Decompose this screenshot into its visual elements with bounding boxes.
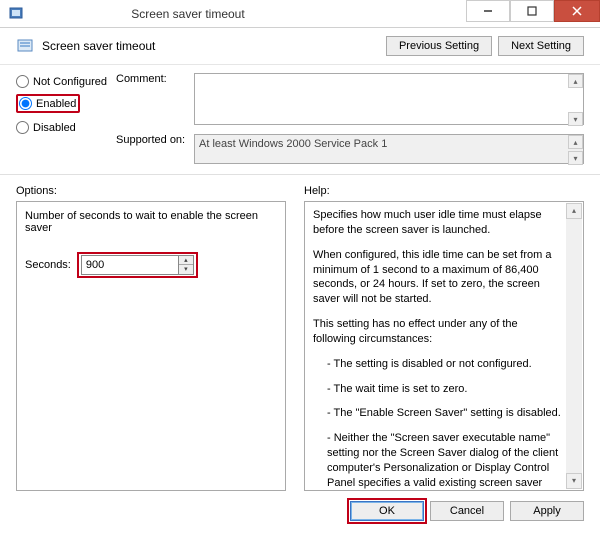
help-text: When configured, this idle time can be s… [313,248,563,307]
spinner-down-button[interactable]: ▾ [179,265,193,274]
header-row: Screen saver timeout Previous Setting Ne… [0,28,600,65]
maximize-button[interactable] [510,0,554,22]
options-section-label: Options: [16,185,286,197]
next-setting-button[interactable]: Next Setting [498,36,584,56]
options-pane: Number of seconds to wait to enable the … [16,201,286,491]
comment-input[interactable] [194,73,584,125]
apply-button[interactable]: Apply [510,501,584,521]
spinner-up-button[interactable]: ▴ [179,256,193,265]
radio-disabled[interactable]: Disabled [16,119,116,140]
radio-disabled-input[interactable] [16,121,29,134]
ok-button[interactable]: OK [350,501,424,521]
scroll-down-icon[interactable]: ▾ [566,473,582,489]
help-text: Specifies how much user idle time must e… [313,208,563,238]
minimize-button[interactable] [466,0,510,22]
titlebar: Screen saver timeout [0,0,600,28]
help-bullet: - Neither the "Screen saver executable n… [313,431,563,491]
close-button[interactable] [554,0,600,22]
help-text: This setting has no effect under any of … [313,317,563,347]
help-section-label: Help: [304,185,584,197]
policy-icon [16,36,36,56]
cancel-button[interactable]: Cancel [430,501,504,521]
scroll-down-icon[interactable]: ▾ [568,151,583,165]
help-scrollbar[interactable]: ▴ ▾ [566,203,582,489]
seconds-label: Seconds: [25,259,71,271]
options-description: Number of seconds to wait to enable the … [25,210,277,234]
seconds-input[interactable] [81,255,179,275]
help-bullet: - The wait time is set to zero. [313,382,563,397]
help-bullet: - The "Enable Screen Saver" setting is d… [313,406,563,421]
radio-enabled-label: Enabled [36,98,76,110]
dialog-footer: OK Cancel Apply [0,491,600,531]
app-icon [8,6,24,22]
supported-label: Supported on: [116,134,194,146]
page-title: Screen saver timeout [42,39,380,53]
help-bullet: - The setting is disabled or not configu… [313,357,563,372]
radio-not-configured-input[interactable] [16,75,29,88]
scroll-up-icon[interactable]: ▴ [568,135,583,149]
scroll-down-icon[interactable]: ▾ [568,112,583,126]
radio-enabled[interactable]: Enabled [19,97,76,110]
radio-disabled-label: Disabled [33,122,76,134]
comment-label: Comment: [116,73,194,85]
previous-setting-button[interactable]: Previous Setting [386,36,492,56]
radio-not-configured[interactable]: Not Configured [16,73,116,94]
supported-value: At least Windows 2000 Service Pack 1 [194,134,584,164]
radio-enabled-input[interactable] [19,97,32,110]
scroll-up-icon[interactable]: ▴ [568,74,583,88]
help-pane: Specifies how much user idle time must e… [304,201,584,491]
scroll-up-icon[interactable]: ▴ [566,203,582,219]
radio-not-configured-label: Not Configured [33,76,107,88]
settings-section: Not Configured Enabled Disabled Comment:… [0,65,600,175]
window-title: Screen saver timeout [30,7,346,21]
